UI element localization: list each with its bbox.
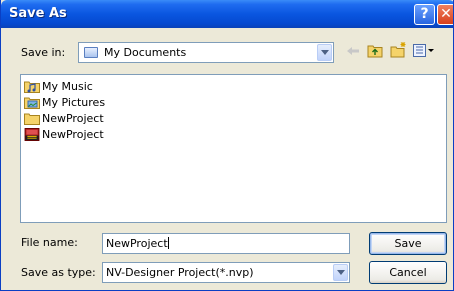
save-as-type-dropdown[interactable]: NV-Designer Project(*.nvp)	[102, 262, 350, 283]
documents-folder-icon	[84, 47, 98, 58]
file-name-label: File name:	[21, 236, 78, 249]
save-as-dialog: Save As ? ✕ Save in: My Documents My Mus…	[0, 0, 454, 291]
music-folder-icon	[24, 81, 40, 93]
new-folder-icon[interactable]	[390, 42, 407, 58]
back-arrow-icon[interactable]	[346, 44, 360, 58]
save-as-type-label: Save as type:	[21, 266, 96, 279]
chevron-down-icon[interactable]	[317, 44, 332, 61]
help-button[interactable]: ?	[414, 4, 435, 25]
file-list[interactable]: My Music My Pictures NewProject NewProje…	[20, 74, 447, 223]
title-bar[interactable]: Save As ? ✕	[1, 0, 453, 28]
window-title: Save As	[9, 6, 67, 21]
folder-icon	[24, 113, 40, 125]
chevron-down-icon[interactable]	[333, 264, 348, 281]
nvp-file-icon	[24, 128, 40, 141]
save-as-type-value: NV-Designer Project(*.nvp)	[106, 266, 254, 279]
up-folder-icon[interactable]	[367, 43, 383, 58]
pictures-folder-icon	[24, 97, 40, 109]
file-name: My Music	[42, 80, 93, 93]
save-button[interactable]: Save	[369, 232, 447, 255]
save-in-dropdown[interactable]: My Documents	[78, 42, 334, 63]
cancel-button[interactable]: Cancel	[369, 261, 447, 284]
file-name-input[interactable]: NewProject	[102, 233, 350, 254]
view-menu-icon[interactable]	[413, 44, 435, 57]
file-name: My Pictures	[42, 96, 106, 109]
file-name: NewProject	[42, 128, 104, 141]
file-name-value: NewProject	[106, 237, 168, 250]
file-name: NewProject	[42, 112, 104, 125]
text-caret	[167, 237, 169, 249]
save-in-value: My Documents	[104, 46, 187, 59]
save-in-label: Save in:	[21, 46, 66, 59]
close-button[interactable]: ✕	[437, 4, 453, 25]
